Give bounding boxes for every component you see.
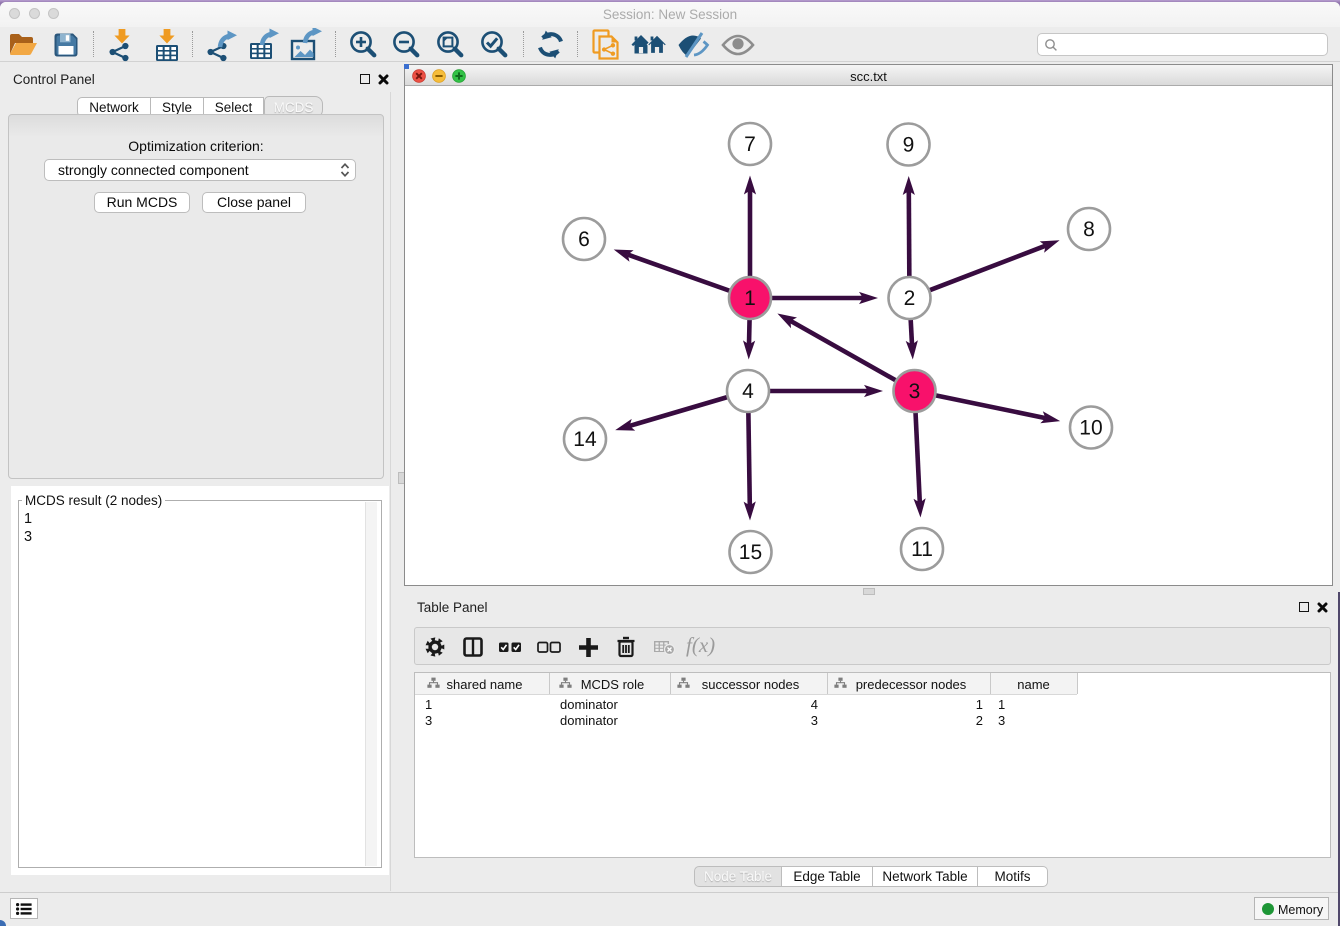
svg-text:8: 8 xyxy=(1083,218,1095,241)
svg-text:4: 4 xyxy=(742,380,754,403)
svg-text:11: 11 xyxy=(911,538,933,561)
svg-text:6: 6 xyxy=(578,228,590,251)
svg-text:2: 2 xyxy=(904,287,916,310)
svg-text:15: 15 xyxy=(739,541,762,564)
svg-text:9: 9 xyxy=(903,133,915,156)
svg-text:3: 3 xyxy=(909,380,921,403)
svg-text:10: 10 xyxy=(1079,416,1102,439)
svg-text:14: 14 xyxy=(573,428,597,451)
svg-text:1: 1 xyxy=(744,287,756,310)
svg-text:7: 7 xyxy=(744,133,756,156)
